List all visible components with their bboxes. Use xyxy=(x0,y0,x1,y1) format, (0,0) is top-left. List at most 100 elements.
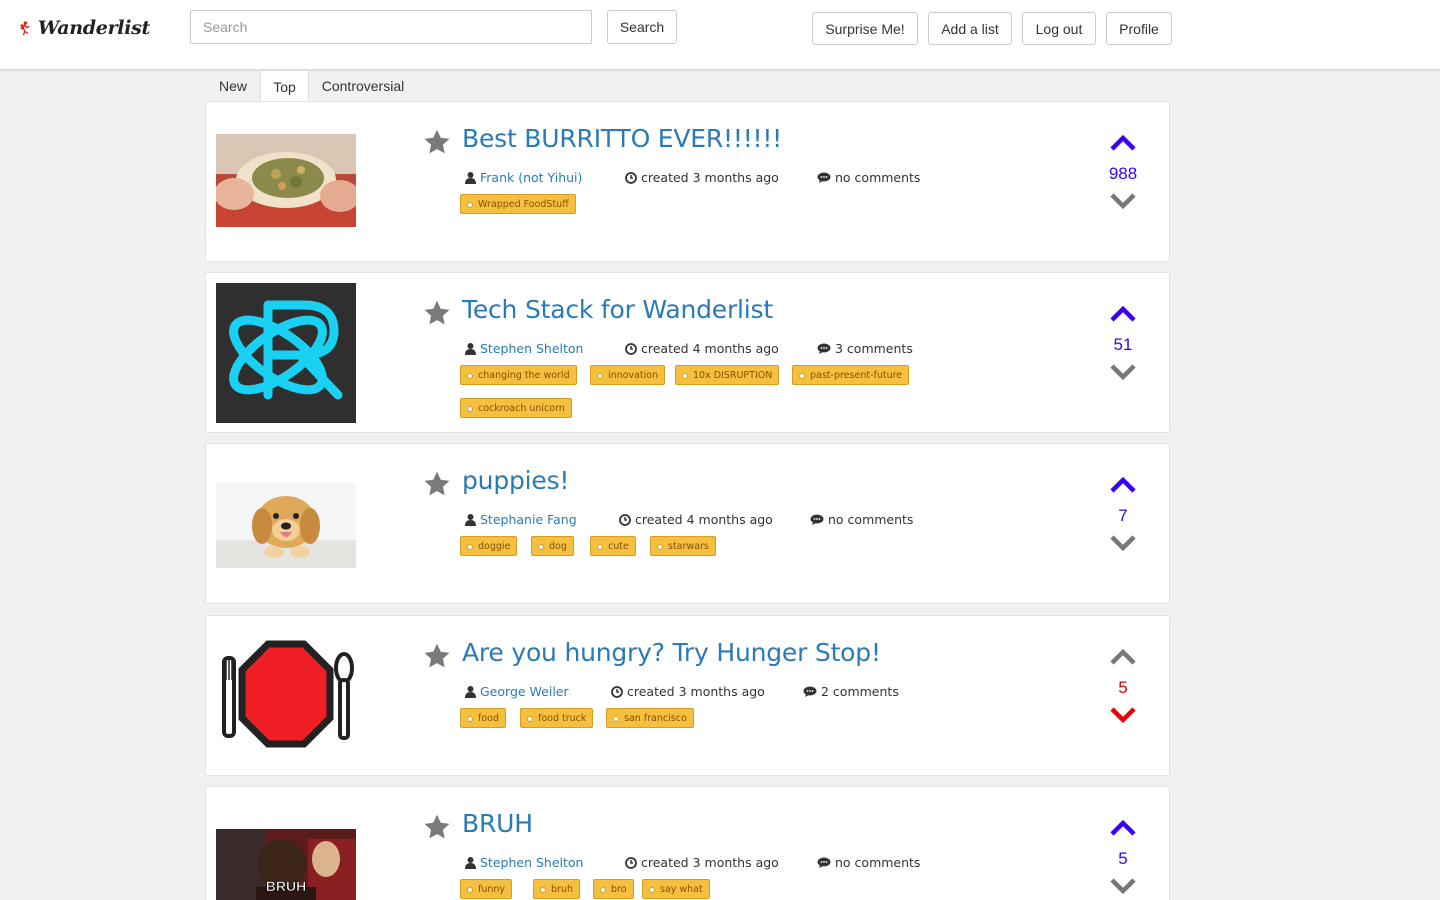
tag[interactable]: innovation xyxy=(590,365,666,385)
tag[interactable]: food truck xyxy=(520,708,594,728)
list-thumbnail[interactable]: BRUH xyxy=(216,829,356,900)
vote-count: 51 xyxy=(1113,335,1133,354)
downvote-arrow-icon[interactable] xyxy=(1109,534,1137,552)
tag[interactable]: doggie xyxy=(460,536,518,556)
vote-count: 7 xyxy=(1118,506,1128,525)
tag[interactable]: starwars xyxy=(650,536,716,556)
comments-link[interactable]: no comments xyxy=(835,170,920,185)
top-navbar: Wanderlist Search Surprise Me! Add a lis… xyxy=(0,0,1440,70)
created-meta: created 3 months ago xyxy=(625,170,779,185)
list-card: Best BURRITTO EVER!!!!!! Frank (not Yihu… xyxy=(205,101,1170,262)
tag[interactable]: cockroach unicorn xyxy=(460,398,572,418)
downvote-arrow-icon[interactable] xyxy=(1109,706,1137,724)
list-title[interactable]: Are you hungry? Try Hunger Stop! xyxy=(462,638,881,667)
created-meta: created 4 months ago xyxy=(625,341,779,356)
created-meta: created 3 months ago xyxy=(625,855,779,870)
tag[interactable]: say what xyxy=(642,879,710,899)
tag[interactable]: bro xyxy=(593,879,634,899)
created-text: created 4 months ago xyxy=(635,512,773,527)
surprise-me-button[interactable]: Surprise Me! xyxy=(812,12,918,45)
tag[interactable]: cute xyxy=(590,536,636,556)
tag-list: Wrapped FoodStuff xyxy=(460,194,960,254)
user-icon xyxy=(465,685,476,698)
logo[interactable]: Wanderlist xyxy=(20,8,150,48)
author-link[interactable]: Stephanie Fang xyxy=(480,512,577,527)
author-meta: Stephen Shelton xyxy=(465,341,583,356)
favorite-star-icon[interactable] xyxy=(423,299,451,327)
upvote-arrow-icon[interactable] xyxy=(1109,476,1137,494)
search-button[interactable]: Search xyxy=(607,10,677,44)
clock-icon xyxy=(625,342,637,355)
downvote-arrow-icon[interactable] xyxy=(1109,192,1137,210)
vote-count: 5 xyxy=(1118,849,1128,868)
tag[interactable]: bruh xyxy=(533,879,580,899)
author-link[interactable]: George Weiler xyxy=(480,684,569,699)
comments-meta: no comments xyxy=(817,855,920,870)
tag-list: doggie dog cute starwars xyxy=(460,536,960,596)
list-thumbnail[interactable] xyxy=(216,283,356,423)
tag[interactable]: 10x DISRUPTION xyxy=(675,365,780,385)
downvote-arrow-icon[interactable] xyxy=(1109,363,1137,381)
user-icon xyxy=(465,171,476,184)
created-text: created 3 months ago xyxy=(641,170,779,185)
list-title[interactable]: BRUH xyxy=(462,809,533,838)
favorite-star-icon[interactable] xyxy=(423,470,451,498)
author-link[interactable]: Stephen Shelton xyxy=(480,855,583,870)
downvote-arrow-icon[interactable] xyxy=(1109,877,1137,895)
upvote-arrow-icon[interactable] xyxy=(1109,819,1137,837)
logout-button[interactable]: Log out xyxy=(1022,12,1096,45)
upvote-arrow-icon[interactable] xyxy=(1109,648,1137,666)
tab-top[interactable]: Top xyxy=(260,70,309,103)
add-list-button[interactable]: Add a list xyxy=(928,12,1012,45)
author-meta: George Weiler xyxy=(465,684,569,699)
clock-icon xyxy=(625,856,637,869)
created-meta: created 3 months ago xyxy=(611,684,765,699)
tag[interactable]: funny xyxy=(460,879,513,899)
tab-controversial[interactable]: Controversial xyxy=(309,70,417,102)
created-text: created 3 months ago xyxy=(627,684,765,699)
upvote-arrow-icon[interactable] xyxy=(1109,134,1137,152)
tag[interactable]: changing the world xyxy=(460,365,577,385)
comment-icon xyxy=(817,857,831,868)
list-title[interactable]: puppies! xyxy=(462,466,569,495)
tag[interactable]: Wrapped FoodStuff xyxy=(460,194,576,214)
comments-link[interactable]: no comments xyxy=(835,855,920,870)
list-thumbnail[interactable] xyxy=(216,134,356,227)
author-link[interactable]: Stephen Shelton xyxy=(480,341,583,356)
vote-widget: 988 xyxy=(1101,134,1145,214)
comments-meta: no comments xyxy=(810,512,913,527)
user-icon xyxy=(465,342,476,355)
upvote-arrow-icon[interactable] xyxy=(1109,305,1137,323)
list-title[interactable]: Tech Stack for Wanderlist xyxy=(462,295,773,324)
clock-icon xyxy=(625,171,637,184)
comments-meta: 3 comments xyxy=(817,341,913,356)
tag[interactable]: past-present-future xyxy=(792,365,910,385)
tag[interactable]: san francisco xyxy=(606,708,694,728)
user-icon xyxy=(465,513,476,526)
comments-link[interactable]: 2 comments xyxy=(821,684,899,699)
vote-count: 988 xyxy=(1108,164,1138,183)
author-link[interactable]: Frank (not Yihui) xyxy=(480,170,582,185)
comments-link[interactable]: no comments xyxy=(828,512,913,527)
logo-text: Wanderlist xyxy=(37,17,150,39)
favorite-star-icon[interactable] xyxy=(423,813,451,841)
tag-list: changing the world innovation 10x DISRUP… xyxy=(460,365,960,425)
comments-meta: 2 comments xyxy=(803,684,899,699)
tag[interactable]: dog xyxy=(531,536,574,556)
favorite-star-icon[interactable] xyxy=(423,642,451,670)
tab-new[interactable]: New xyxy=(206,70,260,102)
favorite-star-icon[interactable] xyxy=(423,128,451,156)
comment-icon xyxy=(817,172,831,183)
list-title[interactable]: Best BURRITTO EVER!!!!!! xyxy=(462,124,782,153)
list-thumbnail[interactable] xyxy=(216,630,356,762)
list-card: Are you hungry? Try Hunger Stop! George … xyxy=(205,615,1170,776)
comments-link[interactable]: 3 comments xyxy=(835,341,913,356)
runner-logo-icon xyxy=(20,21,30,36)
profile-button[interactable]: Profile xyxy=(1106,12,1172,45)
created-text: created 4 months ago xyxy=(641,341,779,356)
author-meta: Frank (not Yihui) xyxy=(465,170,582,185)
tag[interactable]: food xyxy=(460,708,506,728)
sort-tabs: New Top Controversial xyxy=(206,70,1016,103)
search-input[interactable] xyxy=(190,10,592,44)
list-thumbnail[interactable] xyxy=(216,482,356,568)
